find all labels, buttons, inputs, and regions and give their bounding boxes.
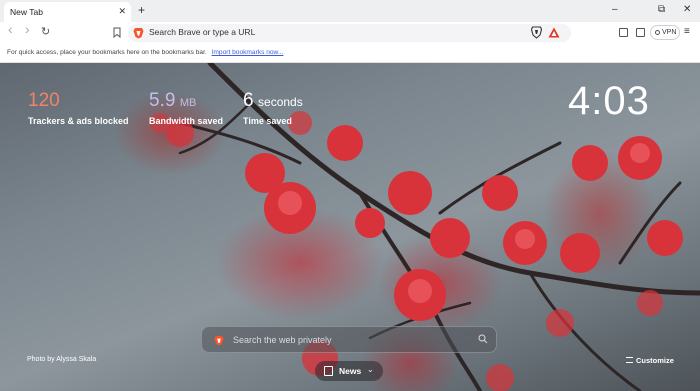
window-close-button[interactable]: ✕ — [683, 4, 691, 16]
time-label: Time saved — [243, 116, 292, 126]
brave-search-icon — [214, 335, 224, 346]
back-button[interactable]: ‹ — [8, 22, 13, 36]
import-bookmarks-link[interactable]: Import bookmarks now... — [212, 49, 284, 56]
new-tab-button[interactable]: + — [138, 4, 145, 17]
customize-label: Customize — [636, 356, 674, 365]
news-icon — [324, 366, 333, 376]
search-placeholder: Search the web privately — [233, 335, 332, 345]
new-tab-page: 120 Trackers & ads blocked 5.9 MB Bandwi… — [0, 63, 700, 391]
search-icon[interactable] — [478, 334, 488, 344]
vpn-icon — [655, 30, 660, 35]
photo-credit[interactable]: Photo by Alyssa Skala — [27, 356, 96, 363]
bandwidth-unit: MB — [179, 97, 197, 109]
trackers-label: Trackers & ads blocked — [28, 116, 129, 126]
minimize-button[interactable]: – — [612, 4, 618, 16]
stat-time-saved: 6 seconds Time saved — [243, 90, 303, 126]
close-icon[interactable]: ✕ — [118, 6, 126, 16]
time-unit: seconds — [258, 95, 303, 109]
trackers-count: 120 — [28, 90, 60, 111]
vpn-button[interactable]: VPN — [650, 25, 680, 40]
tab-title: New Tab — [10, 7, 43, 17]
restore-button[interactable]: ⧉ — [658, 4, 665, 16]
bandwidth-label: Bandwidth saved — [149, 116, 224, 126]
sidebar-icon[interactable] — [619, 28, 628, 37]
bookmarks-hint: For quick access, place your bookmarks h… — [7, 49, 207, 56]
title-bar: New Tab ✕ + – ⧉ ✕ — [0, 0, 700, 22]
ntp-search-input[interactable]: Search the web privately — [201, 326, 497, 353]
wallet-icon[interactable] — [636, 28, 645, 37]
stat-bandwidth-saved: 5.9 MB Bandwidth saved — [149, 90, 223, 126]
time-value: 6 — [243, 90, 254, 111]
brave-logo-icon — [133, 28, 144, 39]
address-bar[interactable]: Search Brave or type a URL — [128, 24, 571, 42]
customize-button[interactable]: Customize — [626, 356, 674, 365]
chevron-down-icon: ⌄ — [367, 365, 374, 374]
forward-button[interactable]: › — [25, 22, 30, 36]
tab-new-tab[interactable]: New Tab ✕ — [4, 2, 131, 22]
menu-icon[interactable]: ≡ — [684, 27, 690, 37]
news-button[interactable]: News ⌄ — [315, 361, 383, 381]
brave-rewards-icon[interactable] — [548, 27, 560, 38]
news-label: News — [339, 366, 362, 376]
stat-trackers-blocked: 120 Trackers & ads blocked — [28, 90, 129, 126]
bandwidth-value: 5.9 — [149, 90, 176, 111]
customize-icon — [626, 357, 633, 363]
bookmarks-bar: For quick access, place your bookmarks h… — [0, 44, 700, 63]
vpn-label: VPN — [662, 29, 677, 36]
reload-button[interactable]: ↻ — [41, 26, 50, 39]
brave-shields-icon[interactable] — [531, 26, 542, 39]
clock: 4:03 — [568, 79, 650, 123]
toolbar: ‹ › ↻ Search Brave or type a URL — [0, 22, 700, 44]
bookmark-icon[interactable] — [113, 27, 121, 38]
address-placeholder: Search Brave or type a URL — [149, 27, 256, 37]
